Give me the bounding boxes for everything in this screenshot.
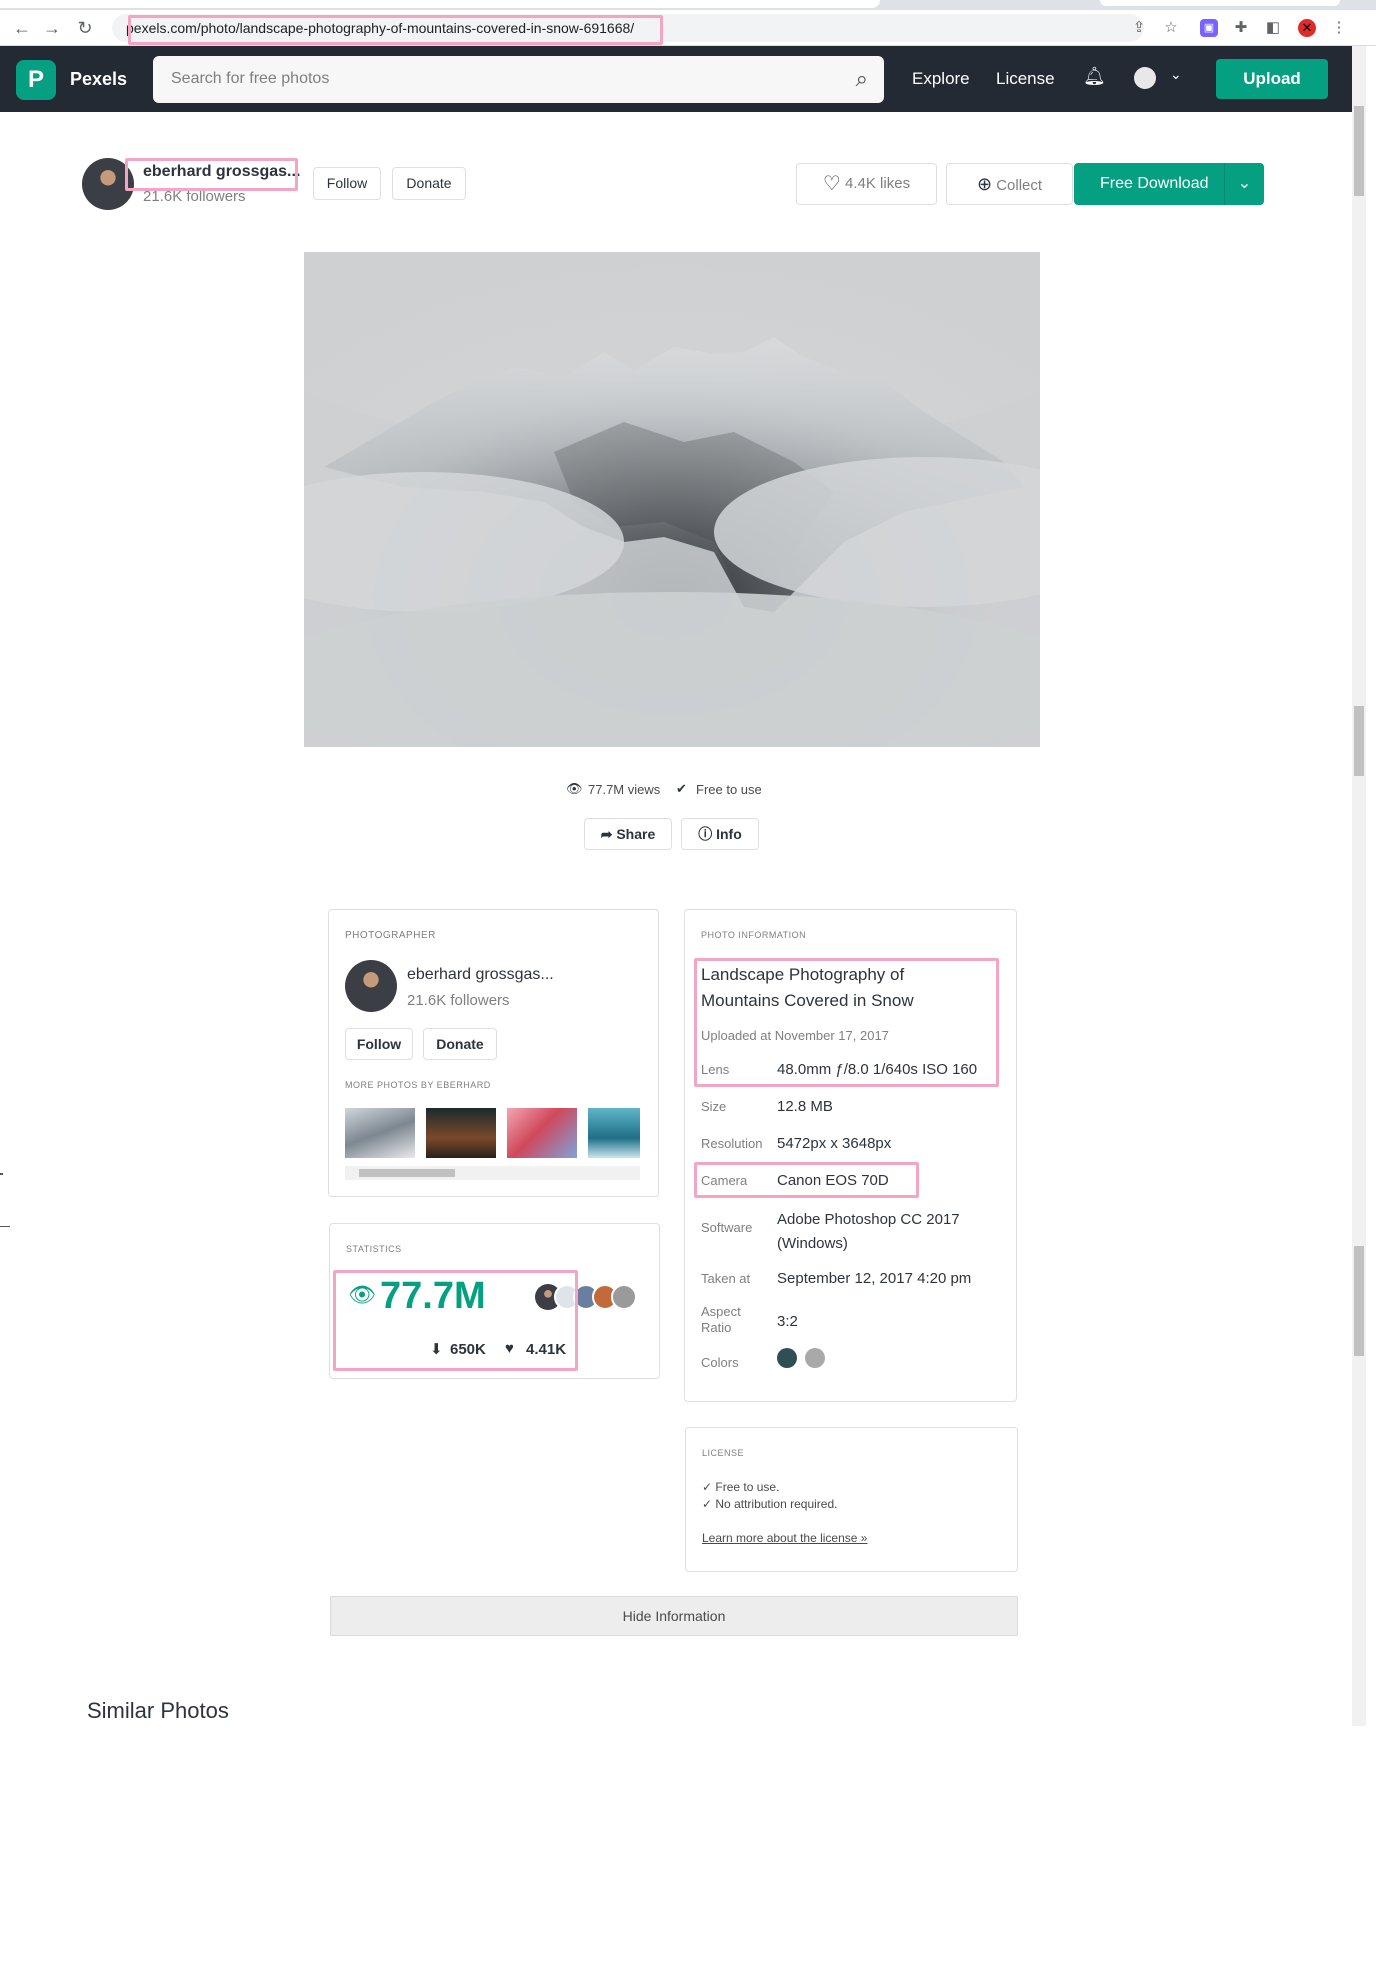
mountain-image [304,252,1040,747]
search-icon[interactable]: ⌕ [856,66,868,92]
color-swatch[interactable] [805,1348,825,1368]
card-follow-button[interactable]: Follow [345,1028,413,1060]
aspect-ratio-label: Aspect Ratio [701,1304,741,1335]
extension-icon[interactable]: ▣ [1200,19,1218,37]
views-text: 77.7M views [588,782,661,797]
download-label: Free Download [1100,175,1209,192]
resolution-value: 5472px x 3648px [777,1135,892,1152]
license-line-2: ✓ No attribution required. [702,1497,838,1511]
size-value: 12.8 MB [777,1098,833,1115]
scrollbar-thumb-tertiary[interactable] [1354,1246,1364,1356]
free-download-button[interactable]: Free Download ⌄ [1074,163,1264,205]
pexels-logo-icon[interactable]: P [16,60,56,100]
info-icon: ⓘ [698,826,713,842]
brand-name[interactable]: Pexels [70,69,127,90]
donate-button[interactable]: Donate [392,167,466,200]
edge-tick [0,1173,3,1175]
card-photographer-followers: 21.6K followers [407,992,510,1009]
photo-info-heading: PHOTO INFORMATION [701,930,807,940]
collect-label: Collect [996,177,1043,194]
share-label: Share [616,826,656,842]
license-link[interactable]: Learn more about the license » [702,1531,867,1545]
follow-button[interactable]: Follow [313,167,381,200]
software-label: Software [701,1220,753,1235]
share-arrow-icon: ➦ [600,826,613,842]
card-photographer-name[interactable]: eberhard grossgas... [407,966,554,984]
browser-toolbar: ← → ↻ pexels.com/photo/landscape-photogr… [0,10,1376,46]
thumbnail[interactable] [426,1108,496,1158]
camera-highlight [694,1162,919,1198]
heart-icon: ♡ [822,173,841,195]
name-highlight [125,158,298,191]
site-header: P Pexels Search for free photos ⌕ Explor… [0,46,1352,112]
thumbnail[interactable] [507,1108,577,1158]
aspect-ratio-value: 3:2 [777,1313,798,1330]
resolution-label: Resolution [701,1136,763,1151]
thumbnail-scrollbar[interactable] [345,1166,640,1180]
statistics-heading: STATISTICS [346,1244,402,1254]
statistics-highlight [333,1270,578,1371]
info-button[interactable]: ⓘ Info [681,818,759,850]
scrollbar-thumb[interactable] [1354,106,1364,196]
arrow-left-icon[interactable]: ← [8,14,36,42]
software-value: Adobe Photoshop CC 2017 (Windows) [777,1211,960,1252]
thumbnail[interactable] [588,1108,640,1158]
taken-at-value: September 12, 2017 4:20 pm [777,1270,972,1287]
color-swatch[interactable] [777,1348,797,1368]
check-circle-icon: ✔ [676,781,687,796]
nav-license[interactable]: License [996,69,1055,89]
url-highlight [128,15,663,45]
size-label: Size [701,1099,727,1114]
nav-explore[interactable]: Explore [912,69,970,89]
page-scrollbar[interactable] [1352,46,1366,1726]
free-to-use-text: Free to use [696,782,762,797]
taken-at-label: Taken at [701,1271,751,1286]
browser-tab-strip [0,0,1376,10]
more-photos-heading: MORE PHOTOS BY EBERHARD [345,1080,491,1090]
reload-icon[interactable]: ↻ [71,14,99,42]
license-heading: LICENSE [702,1448,745,1458]
edge-tick [0,1226,10,1227]
similar-photos-heading: Similar Photos [87,1698,229,1723]
card-photographer-avatar[interactable] [345,960,397,1012]
eye-icon: 👁︎ [566,781,583,796]
plus-circle-icon: ⊕ [976,174,993,194]
chevron-down-icon[interactable]: ⌄ [1170,66,1182,83]
info-label: Info [716,826,742,842]
title-lens-highlight [694,958,999,1087]
avatar[interactable] [611,1284,637,1310]
card-donate-button[interactable]: Donate [423,1028,497,1060]
share-icon[interactable]: ⇪ [1130,19,1148,37]
thumbnail-scroll-thumb[interactable] [359,1169,455,1177]
collect-button[interactable]: ⊕ Collect [946,163,1073,205]
search-placeholder: Search for free photos [171,70,330,87]
bell-icon[interactable]: 🔔︎ [1083,66,1106,87]
like-button[interactable]: ♡ 4.4K likes [796,163,937,205]
license-line-1: ✓ Free to use. [702,1480,780,1494]
user-avatar[interactable] [1134,67,1156,89]
main-photo[interactable] [304,252,1040,747]
photographer-card: PHOTOGRAPHER eberhard grossgas... 21.6K … [328,909,659,1197]
share-button[interactable]: ➦ Share [584,818,672,850]
arrow-right-icon[interactable]: → [38,14,66,42]
upload-button[interactable]: Upload [1216,59,1328,99]
profile-icon[interactable]: ✕ [1298,19,1316,37]
hide-information-button[interactable]: Hide Information [330,1596,1018,1636]
colors-label: Colors [701,1355,739,1370]
license-card: LICENSE ✓ Free to use. ✓ No attribution … [685,1427,1018,1572]
search-input[interactable]: Search for free photos ⌕ [153,56,884,103]
side-panel-icon[interactable]: ◧ [1264,19,1282,37]
photographer-heading: PHOTOGRAPHER [345,930,436,941]
thumbnail[interactable] [345,1108,415,1158]
scrollbar-thumb-secondary[interactable] [1354,706,1364,776]
likes-count: 4.4K likes [845,175,911,192]
puzzle-icon[interactable]: ✚ [1232,19,1250,37]
menu-icon[interactable]: ⋮ [1330,19,1348,37]
chevron-down-icon[interactable]: ⌄ [1224,163,1264,205]
star-icon[interactable]: ☆ [1162,19,1180,37]
